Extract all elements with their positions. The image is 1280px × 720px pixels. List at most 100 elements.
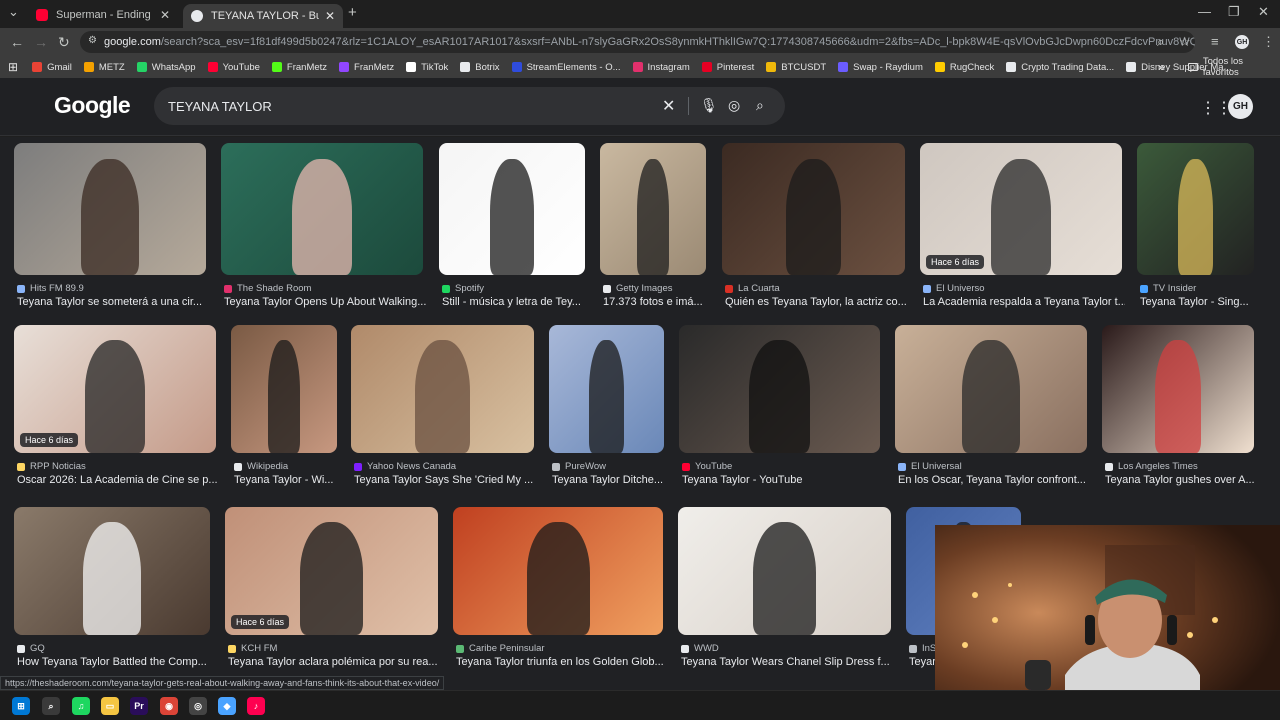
tiktok-icon[interactable]: ♪ bbox=[247, 697, 265, 715]
result-source[interactable]: YouTube bbox=[682, 461, 732, 472]
result-source[interactable]: La Cuarta bbox=[725, 283, 780, 294]
search-icon[interactable]: ⌕ bbox=[756, 97, 764, 114]
result-source[interactable]: KCH FM bbox=[228, 643, 277, 654]
result-title[interactable]: Teyana Taylor Wears Chanel Slip Dress f.… bbox=[681, 656, 894, 668]
bookmark-item[interactable]: StreamElements - O... bbox=[511, 62, 621, 73]
result-thumbnail[interactable] bbox=[453, 507, 663, 635]
result-source[interactable]: The Shade Room bbox=[224, 283, 311, 294]
result-thumbnail[interactable] bbox=[1102, 325, 1254, 453]
result-thumbnail[interactable]: Hace 6 días bbox=[225, 507, 438, 635]
result-source[interactable]: Caribe Peninsular bbox=[456, 643, 545, 654]
tab-search-icon[interactable]: ⌄ bbox=[8, 4, 19, 20]
tab-superman[interactable]: Superman - Ending Scene (Sup ✕ bbox=[28, 4, 178, 26]
result-title[interactable]: Teyana Taylor Ditche... bbox=[552, 474, 667, 486]
close-icon[interactable]: ✕ bbox=[160, 8, 170, 22]
avatar[interactable]: GH bbox=[1228, 94, 1253, 119]
zoom-icon[interactable]: ⌕ bbox=[1157, 34, 1164, 50]
bookmark-item[interactable]: Instagram bbox=[632, 62, 690, 73]
bookmark-item[interactable]: FranMetz bbox=[271, 62, 327, 73]
result-source[interactable]: Los Angeles Times bbox=[1105, 461, 1198, 472]
result-source[interactable]: RPP Noticias bbox=[17, 461, 86, 472]
bookmark-item[interactable]: TikTok bbox=[406, 62, 448, 73]
result-title[interactable]: Oscar 2026: La Academia de Cine se p... bbox=[17, 474, 219, 486]
file-explorer-icon[interactable]: ▭ bbox=[101, 697, 119, 715]
result-source[interactable]: GQ bbox=[17, 643, 45, 654]
bookmark-item[interactable]: Botrix bbox=[460, 62, 500, 73]
new-tab-icon[interactable]: + bbox=[348, 4, 357, 21]
result-title[interactable]: 17.373 fotos e imá... bbox=[603, 296, 709, 308]
result-title[interactable]: Teyana Taylor Opens Up About Walking... bbox=[224, 296, 426, 308]
result-source[interactable]: Yahoo News Canada bbox=[354, 461, 456, 472]
menu-icon[interactable]: ⋮ bbox=[1262, 34, 1275, 50]
result-source[interactable]: El Universo bbox=[923, 283, 985, 294]
result-source[interactable]: WWD bbox=[681, 643, 719, 654]
bookmark-item[interactable]: RugCheck bbox=[934, 62, 994, 73]
result-title[interactable]: Teyana Taylor - Wi... bbox=[234, 474, 340, 486]
result-title[interactable]: Still - música y letra de Tey... bbox=[442, 296, 588, 308]
bookmark-item[interactable]: WhatsApp bbox=[136, 62, 196, 73]
result-title[interactable]: How Teyana Taylor Battled the Comp... bbox=[17, 656, 213, 668]
bookmarks-overflow-icon[interactable]: » bbox=[1158, 60, 1165, 74]
result-thumbnail[interactable] bbox=[231, 325, 337, 453]
result-thumbnail[interactable] bbox=[549, 325, 664, 453]
back-icon[interactable]: ← bbox=[10, 34, 24, 50]
site-info-icon[interactable]: ⚙ bbox=[88, 35, 97, 46]
bookmark-item[interactable]: Swap - Raydium bbox=[838, 62, 923, 73]
result-title[interactable]: La Academia respalda a Teyana Taylor t..… bbox=[923, 296, 1125, 308]
close-icon[interactable]: ✕ bbox=[325, 9, 335, 23]
result-title[interactable]: Teyana Taylor triunfa en los Golden Glob… bbox=[456, 656, 666, 668]
result-source[interactable]: InS bbox=[909, 643, 936, 654]
result-thumbnail[interactable] bbox=[722, 143, 905, 275]
result-source[interactable]: Hits FM 89.9 bbox=[17, 283, 84, 294]
result-thumbnail[interactable] bbox=[439, 143, 585, 275]
result-title[interactable]: Quién es Teyana Taylor, la actriz co... bbox=[725, 296, 908, 308]
search-icon[interactable]: ⌕ bbox=[42, 697, 60, 715]
result-title[interactable]: En los Oscar, Teyana Taylor confront... bbox=[898, 474, 1090, 486]
spotify-icon[interactable]: ♫ bbox=[72, 697, 90, 715]
search-input[interactable] bbox=[168, 87, 648, 125]
bookmark-item[interactable]: Pinterest bbox=[701, 62, 754, 73]
media-icon[interactable]: ≡ bbox=[1211, 34, 1219, 49]
result-title[interactable]: Teyana Taylor aclara polémica por su rea… bbox=[228, 656, 441, 668]
lens-icon[interactable]: ◎ bbox=[728, 97, 740, 114]
bookmark-item[interactable]: Gmail bbox=[32, 62, 72, 73]
result-thumbnail[interactable] bbox=[678, 507, 891, 635]
result-title[interactable]: Teyana Taylor Says She 'Cried My ... bbox=[354, 474, 537, 486]
minimize-icon[interactable]: — bbox=[1198, 4, 1211, 19]
obs-icon[interactable]: ◎ bbox=[189, 697, 207, 715]
result-thumbnail[interactable] bbox=[1137, 143, 1254, 275]
profile-icon[interactable]: GH bbox=[1235, 35, 1249, 49]
maximize-icon[interactable]: ❐ bbox=[1228, 4, 1240, 20]
tab-teyana-taylor[interactable]: TEYANA TAYLOR - Buscar con G ✕ bbox=[183, 4, 343, 28]
windows-start-icon[interactable]: ⊞ bbox=[12, 697, 30, 715]
reload-icon[interactable]: ↻ bbox=[58, 34, 70, 51]
result-source[interactable]: Getty Images bbox=[603, 283, 673, 294]
result-thumbnail[interactable] bbox=[221, 143, 423, 275]
result-thumbnail[interactable] bbox=[14, 143, 206, 275]
close-window-icon[interactable]: ✕ bbox=[1258, 4, 1269, 20]
result-thumbnail[interactable]: Hace 6 días bbox=[920, 143, 1122, 275]
bookmark-item[interactable]: METZ bbox=[83, 62, 125, 73]
all-bookmarks-folder[interactable]: Todos los favoritos bbox=[1188, 56, 1280, 78]
clear-search-icon[interactable]: ✕ bbox=[662, 96, 675, 116]
address-bar[interactable]: ⚙ google.com/search?sca_esv=1f81df499d5b… bbox=[80, 31, 1195, 53]
result-title[interactable]: Teyana Taylor - YouTube bbox=[682, 474, 883, 486]
result-source[interactable]: Spotify bbox=[442, 283, 484, 294]
premiere-icon[interactable]: Pr bbox=[130, 697, 148, 715]
result-source[interactable]: PureWow bbox=[552, 461, 606, 472]
result-thumbnail[interactable] bbox=[679, 325, 880, 453]
result-title[interactable]: Teyana Taylor se someterá a una cir... bbox=[17, 296, 209, 308]
result-thumbnail[interactable]: Hace 6 días bbox=[14, 325, 216, 453]
result-thumbnail[interactable] bbox=[351, 325, 534, 453]
bookmark-item[interactable]: Crypto Trading Data... bbox=[1006, 62, 1114, 73]
apps-grid-icon[interactable]: ⊞ bbox=[8, 60, 18, 74]
result-thumbnail[interactable] bbox=[600, 143, 706, 275]
voice-search-icon[interactable]: 🎙 bbox=[700, 97, 718, 114]
result-thumbnail[interactable] bbox=[895, 325, 1087, 453]
bookmark-item[interactable]: YouTube bbox=[207, 62, 260, 73]
bookmark-item[interactable]: FranMetz bbox=[339, 62, 394, 73]
bookmark-item[interactable]: BTCUSDT bbox=[766, 62, 826, 73]
bookmark-star-icon[interactable]: ☆ bbox=[1179, 34, 1191, 50]
result-source[interactable]: El Universal bbox=[898, 461, 962, 472]
result-source[interactable]: TV Insider bbox=[1140, 283, 1196, 294]
